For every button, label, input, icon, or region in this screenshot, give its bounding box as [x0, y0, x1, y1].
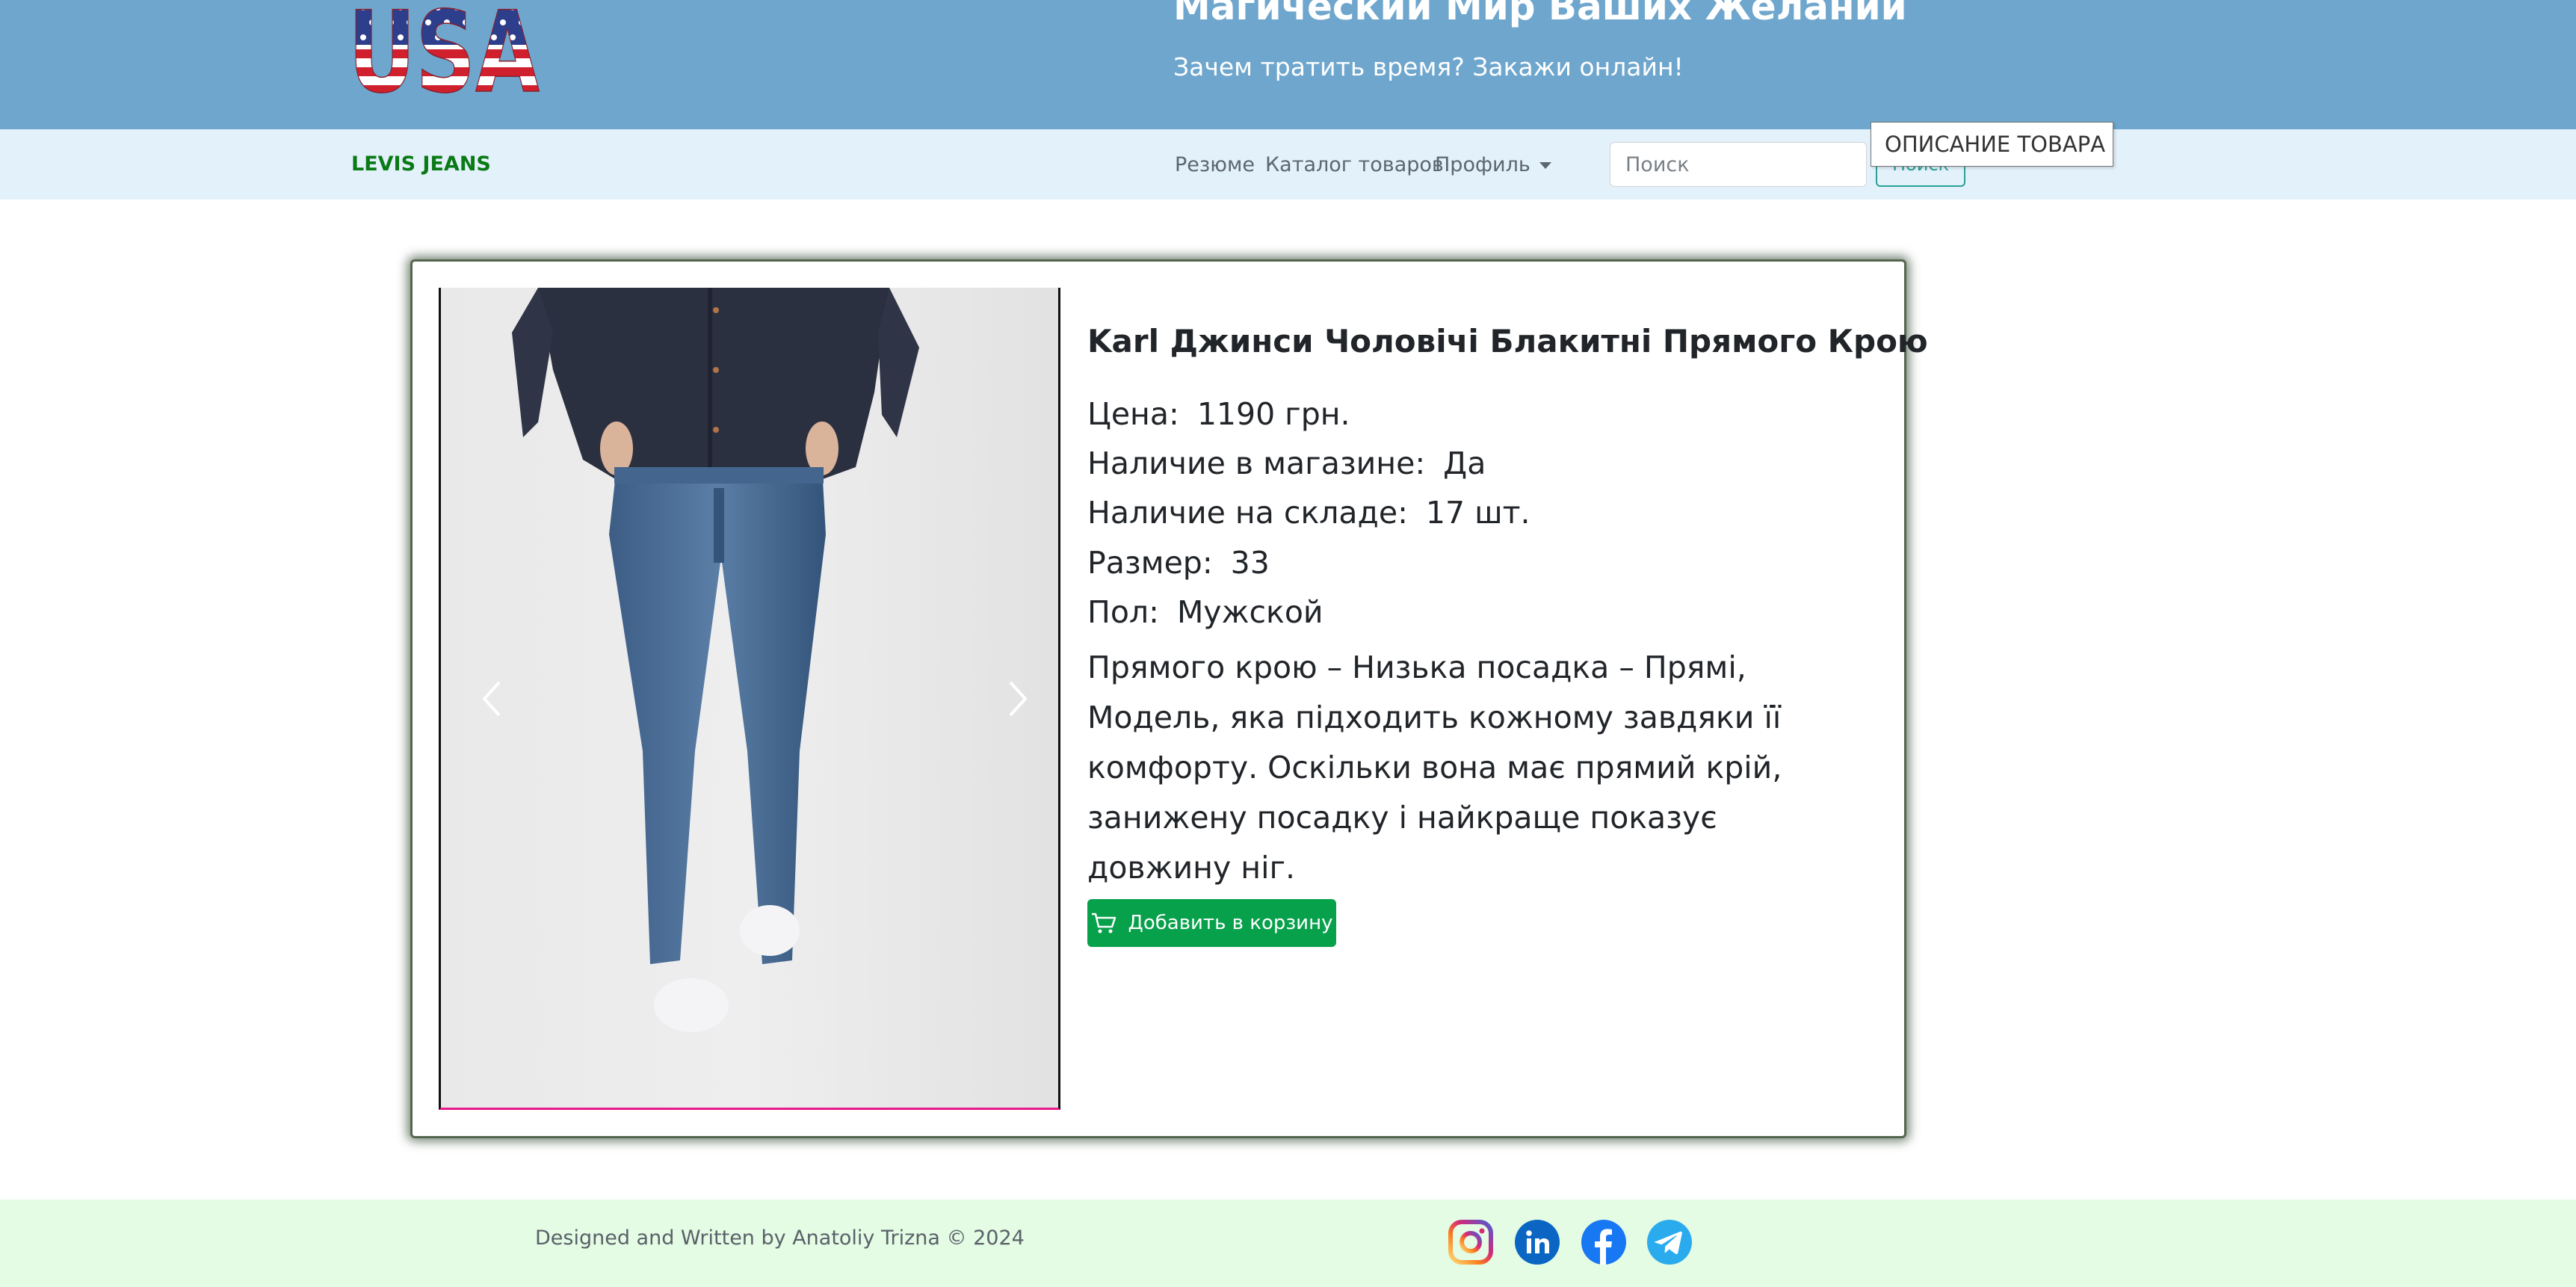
- site-subtitle: Зачем тратить время? Закажи онлайн!: [1173, 52, 1684, 81]
- gender-label: Пол:: [1087, 594, 1159, 630]
- store-availability-line: Наличие в магазине: Да: [1087, 445, 1486, 481]
- tooltip: ОПИСАНИЕ ТОВАРА: [1871, 122, 2113, 167]
- site-footer: Designed and Written by Anatoliy Trizna …: [0, 1200, 2576, 1287]
- nav-dropdown-profile[interactable]: Профиль: [1435, 153, 1551, 176]
- nav-link-resume[interactable]: Резюме: [1175, 153, 1255, 176]
- navbar: LEVIS JEANS Резюме Каталог товаров Профи…: [0, 129, 2576, 200]
- product-photo: [441, 288, 1058, 1108]
- navbar-brand[interactable]: LEVIS JEANS: [351, 152, 491, 176]
- store-availability-label: Наличие в магазине:: [1087, 445, 1426, 481]
- nav-link-catalog[interactable]: Каталог товаров: [1265, 153, 1444, 176]
- size-label: Размер:: [1087, 545, 1213, 581]
- price-value: 1190 грн.: [1196, 396, 1350, 432]
- cart-icon: [1091, 913, 1116, 933]
- gender-line: Пол: Мужской: [1087, 594, 1323, 630]
- store-availability-value: Да: [1443, 445, 1486, 481]
- logo-text: USA: [348, 0, 540, 97]
- warehouse-stock-label: Наличие на складе:: [1087, 495, 1408, 531]
- warehouse-stock-line: Наличие на складе: 17 шт.: [1087, 495, 1531, 531]
- product-description: Прямого крою – Низька посадка – Прямі, М…: [1087, 649, 1782, 886]
- nav-profile-label: Профиль: [1435, 153, 1531, 176]
- instagram-icon[interactable]: [1448, 1219, 1494, 1265]
- site-title: Магический Мир Ваших Желаний: [1173, 0, 1907, 28]
- size-line: Размер: 33: [1087, 545, 1270, 581]
- size-value: 33: [1230, 545, 1270, 581]
- copyright-text: Designed and Written by Anatoliy Trizna …: [535, 1226, 1025, 1250]
- warehouse-stock-value: 17 шт.: [1425, 495, 1531, 531]
- price-line: Цена: 1190 грн.: [1087, 396, 1350, 432]
- site-header: USA USA Магический Мир Ваших Желаний Зач…: [0, 0, 2576, 129]
- linkedin-icon[interactable]: [1514, 1219, 1560, 1265]
- add-to-cart-label: Добавить в корзину: [1128, 912, 1333, 934]
- search-input[interactable]: [1610, 142, 1867, 187]
- gender-value: Мужской: [1176, 594, 1323, 630]
- telegram-icon[interactable]: [1646, 1219, 1693, 1265]
- product-name: Karl Джинси Чоловічі Блакитні Прямого Кр…: [1087, 323, 1928, 359]
- facebook-icon[interactable]: [1581, 1219, 1627, 1265]
- caret-down-icon: [1539, 162, 1551, 169]
- product-card: Karl Джинси Чоловічі Блакитні Прямого Кр…: [410, 259, 1928, 1138]
- chevron-left-icon[interactable]: [477, 676, 507, 721]
- chevron-right-icon[interactable]: [1003, 676, 1033, 721]
- product-image-carousel[interactable]: [439, 288, 1060, 1110]
- price-label: Цена:: [1087, 396, 1179, 432]
- usa-flag-logo[interactable]: USA USA: [348, 0, 541, 97]
- add-to-cart-button[interactable]: Добавить в корзину: [1087, 899, 1336, 947]
